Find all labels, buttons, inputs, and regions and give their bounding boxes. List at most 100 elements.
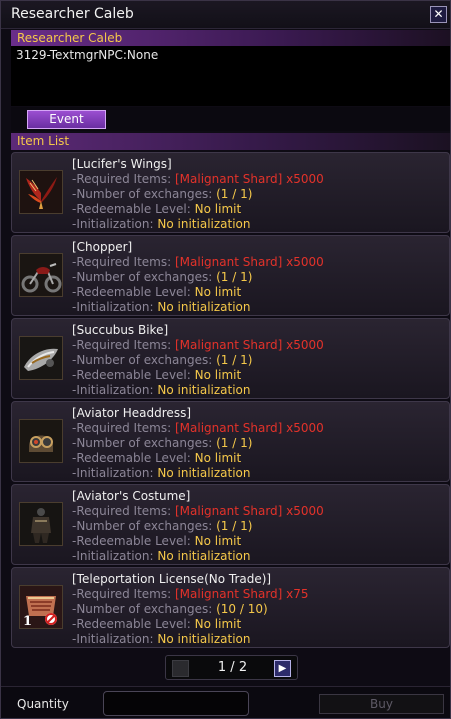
required-label: -Required Items:	[72, 255, 172, 269]
tab-bar: Event	[11, 107, 450, 131]
item-name: [Aviator's Costume]	[72, 489, 191, 503]
npc-dialog-area: 3129-TextmgrNPC:None	[11, 46, 450, 106]
motorcycle-icon	[19, 253, 63, 297]
item-name: [Lucifer's Wings]	[72, 157, 172, 171]
exchanges-row: -Number of exchanges: (1 / 1)	[72, 436, 252, 450]
exchanges-label: -Number of exchanges:	[72, 353, 213, 367]
title-bar[interactable]: Researcher Caleb ✕	[1, 1, 450, 29]
required-label: -Required Items:	[72, 504, 172, 518]
item-card[interactable]: [Lucifer's Wings] -Required Items: [Mali…	[11, 152, 450, 233]
exchanges-label: -Number of exchanges:	[72, 187, 213, 201]
npc-dialog-text: 3129-TextmgrNPC:None	[16, 48, 159, 62]
required-value: [Malignant Shard] x5000	[175, 504, 324, 518]
required-items-row: -Required Items: [Malignant Shard] x5000	[72, 172, 324, 186]
init-label: -Initialization:	[72, 383, 154, 397]
exchanges-row: -Number of exchanges: (1 / 1)	[72, 353, 252, 367]
required-value: [Malignant Shard] x75	[175, 587, 309, 601]
close-button[interactable]: ✕	[430, 6, 447, 23]
exchanges-value: (1 / 1)	[216, 436, 253, 450]
item-card[interactable]: [Aviator's Costume] -Required Items: [Ma…	[11, 484, 450, 565]
level-value: No limit	[194, 617, 242, 631]
required-label: -Required Items:	[72, 338, 172, 352]
exchanges-value: (1 / 1)	[216, 270, 253, 284]
level-row: -Redeemable Level: No limit	[72, 285, 241, 299]
item-list-header: Item List	[11, 133, 450, 150]
level-label: -Redeemable Level:	[72, 534, 191, 548]
required-label: -Required Items:	[72, 587, 172, 601]
exchanges-row: -Number of exchanges: (10 / 10)	[72, 602, 268, 616]
exchanges-row: -Number of exchanges: (1 / 1)	[72, 519, 252, 533]
level-value: No limit	[194, 202, 242, 216]
item-name: [Succubus Bike]	[72, 323, 169, 337]
level-label: -Redeemable Level:	[72, 451, 191, 465]
exchanges-value: (1 / 1)	[216, 519, 253, 533]
level-label: -Redeemable Level:	[72, 617, 191, 631]
init-value: No initialization	[157, 549, 251, 563]
init-label: -Initialization:	[72, 217, 154, 231]
required-label: -Required Items:	[72, 172, 172, 186]
level-label: -Redeemable Level:	[72, 285, 191, 299]
required-label: -Required Items:	[72, 421, 172, 435]
init-value: No initialization	[157, 383, 251, 397]
exchanges-value: (1 / 1)	[216, 187, 253, 201]
item-name: [Aviator Headdress]	[72, 406, 192, 420]
level-row: -Redeemable Level: No limit	[72, 451, 241, 465]
required-items-row: -Required Items: [Malignant Shard] x5000	[72, 421, 324, 435]
item-name: [Chopper]	[72, 240, 133, 254]
wings-icon	[19, 170, 63, 214]
required-items-row: -Required Items: [Malignant Shard] x5000	[72, 504, 324, 518]
exchanges-label: -Number of exchanges:	[72, 519, 213, 533]
level-row: -Redeemable Level: No limit	[72, 202, 241, 216]
level-row: -Redeemable Level: No limit	[72, 368, 241, 382]
npc-name-header: Researcher Caleb	[11, 30, 450, 46]
level-row: -Redeemable Level: No limit	[72, 534, 241, 548]
tab-event[interactable]: Event	[27, 110, 106, 129]
footer: Quantity Buy	[1, 686, 450, 718]
license-icon: 1	[19, 585, 63, 629]
exchanges-row: -Number of exchanges: (1 / 1)	[72, 270, 252, 284]
item-count-label: 1	[23, 614, 32, 628]
init-label: -Initialization:	[72, 466, 154, 480]
init-row: -Initialization: No initialization	[72, 466, 251, 480]
init-row: -Initialization: No initialization	[72, 217, 251, 231]
item-card[interactable]: [Aviator Headdress] -Required Items: [Ma…	[11, 401, 450, 482]
bike-icon	[19, 336, 63, 380]
close-icon: ✕	[433, 7, 444, 21]
required-items-row: -Required Items: [Malignant Shard] x75	[72, 587, 309, 601]
required-value: [Malignant Shard] x5000	[175, 421, 324, 435]
required-value: [Malignant Shard] x5000	[175, 338, 324, 352]
exchanges-label: -Number of exchanges:	[72, 270, 213, 284]
level-row: -Redeemable Level: No limit	[72, 617, 241, 631]
init-value: No initialization	[157, 217, 251, 231]
init-label: -Initialization:	[72, 632, 154, 646]
level-label: -Redeemable Level:	[72, 368, 191, 382]
exchanges-value: (1 / 1)	[216, 353, 253, 367]
level-value: No limit	[194, 451, 242, 465]
init-value: No initialization	[157, 300, 251, 314]
init-label: -Initialization:	[72, 300, 154, 314]
item-card[interactable]: [Chopper] -Required Items: [Malignant Sh…	[11, 235, 450, 316]
init-label: -Initialization:	[72, 549, 154, 563]
init-value: No initialization	[157, 632, 251, 646]
init-row: -Initialization: No initialization	[72, 549, 251, 563]
item-card[interactable]: 1 [Teleportation License(No Trade)] -Req…	[11, 567, 450, 648]
costume-icon	[19, 502, 63, 546]
init-row: -Initialization: No initialization	[72, 383, 251, 397]
arrow-right-icon: ▶	[278, 663, 287, 674]
level-value: No limit	[194, 368, 242, 382]
level-value: No limit	[194, 285, 242, 299]
required-items-row: -Required Items: [Malignant Shard] x5000	[72, 255, 324, 269]
quantity-label: Quantity	[17, 697, 69, 711]
required-value: [Malignant Shard] x5000	[175, 172, 324, 186]
quantity-input[interactable]	[103, 691, 249, 716]
buy-button[interactable]: Buy	[319, 694, 444, 714]
required-items-row: -Required Items: [Malignant Shard] x5000	[72, 338, 324, 352]
exchange-window: Researcher Caleb ✕ Researcher Caleb 3129…	[0, 0, 451, 719]
init-row: -Initialization: No initialization	[72, 632, 251, 646]
next-page-button[interactable]: ▶	[274, 660, 291, 677]
required-value: [Malignant Shard] x5000	[175, 255, 324, 269]
exchanges-value: (10 / 10)	[216, 602, 268, 616]
item-card[interactable]: [Succubus Bike] -Required Items: [Malign…	[11, 318, 450, 399]
pagination: 1 / 2 ▶	[165, 655, 298, 680]
init-row: -Initialization: No initialization	[72, 300, 251, 314]
